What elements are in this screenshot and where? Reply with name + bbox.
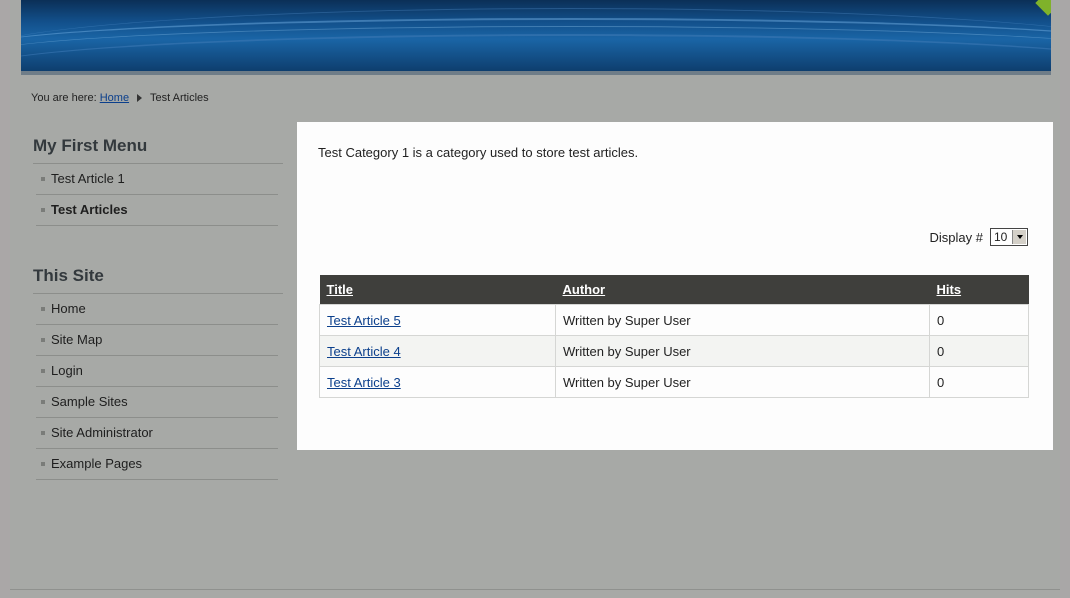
cell-hits: 0	[929, 366, 1029, 398]
menu-item-label: Test Articles	[51, 202, 128, 217]
menu-module-my-first-menu: My First Menu Test Article 1 Test Articl…	[33, 130, 283, 226]
main-content: Test Category 1 is a category used to st…	[297, 122, 1053, 450]
header-banner	[21, 0, 1051, 71]
cell-title: Test Article 4	[319, 335, 556, 367]
page-right-edge	[1060, 0, 1070, 598]
bullet-icon	[41, 338, 45, 342]
cell-hits: 0	[929, 335, 1029, 367]
sort-author-link[interactable]: Author	[563, 282, 606, 297]
menu-item-login[interactable]: Login	[36, 356, 278, 387]
dropdown-arrow-icon[interactable]	[1012, 230, 1026, 244]
table-row: Test Article 3 Written by Super User 0	[319, 366, 1029, 398]
bullet-icon	[41, 369, 45, 373]
bullet-icon	[41, 400, 45, 404]
menu-item-test-article-1[interactable]: Test Article 1	[36, 164, 278, 195]
display-limit-value: 10	[994, 230, 1008, 244]
menu-item-label: Test Article 1	[51, 171, 125, 186]
table-row: Test Article 4 Written by Super User 0	[319, 335, 1029, 367]
menu-item-site-administrator[interactable]: Site Administrator	[36, 418, 278, 449]
menu-list: Home Site Map Login Sample Sites Site Ad…	[36, 294, 278, 480]
page: You are here: Home Test Articles My Firs…	[0, 0, 1070, 598]
sidebar: My First Menu Test Article 1 Test Articl…	[33, 130, 283, 480]
menu-item-sample-sites[interactable]: Sample Sites	[36, 387, 278, 418]
column-header-author[interactable]: Author	[555, 275, 930, 305]
cell-title: Test Article 3	[319, 366, 556, 398]
menu-item-example-pages[interactable]: Example Pages	[36, 449, 278, 480]
menu-item-label: Site Administrator	[51, 425, 153, 440]
display-limit: Display # 10	[930, 228, 1028, 246]
menu-item-label: Login	[51, 363, 83, 378]
column-header-hits[interactable]: Hits	[929, 275, 1029, 305]
cell-author: Written by Super User	[555, 304, 930, 336]
article-link[interactable]: Test Article 4	[327, 344, 401, 359]
menu-item-site-map[interactable]: Site Map	[36, 325, 278, 356]
breadcrumb-home-link[interactable]: Home	[100, 92, 129, 104]
breadcrumb-prefix: You are here:	[31, 92, 97, 104]
table-row: Test Article 5 Written by Super User 0	[319, 304, 1029, 336]
module-title: This Site	[33, 260, 283, 294]
menu-list: Test Article 1 Test Articles	[36, 164, 278, 226]
cell-author: Written by Super User	[555, 366, 930, 398]
menu-item-home[interactable]: Home	[36, 294, 278, 325]
menu-item-label: Example Pages	[51, 456, 143, 471]
cell-hits: 0	[929, 304, 1029, 336]
column-header-title[interactable]: Title	[319, 275, 556, 305]
article-link[interactable]: Test Article 3	[327, 375, 401, 390]
bullet-icon	[41, 431, 45, 435]
cell-title: Test Article 5	[319, 304, 556, 336]
display-label: Display #	[929, 229, 983, 245]
sort-hits-link[interactable]: Hits	[937, 282, 962, 297]
corner-accent-shape	[1035, 0, 1051, 16]
display-limit-select[interactable]: 10	[990, 228, 1028, 246]
article-link[interactable]: Test Article 5	[327, 313, 401, 328]
banner-underline	[21, 71, 1051, 75]
menu-module-this-site: This Site Home Site Map Login Sample Sit…	[33, 260, 283, 480]
breadcrumb: You are here: Home Test Articles	[31, 92, 209, 104]
menu-item-label: Sample Sites	[51, 394, 128, 409]
category-description: Test Category 1 is a category used to st…	[318, 145, 639, 160]
page-left-edge	[0, 0, 10, 598]
breadcrumb-arrow-icon	[137, 94, 143, 103]
footer-divider	[10, 589, 1060, 590]
module-title: My First Menu	[33, 130, 283, 164]
bullet-icon	[41, 307, 45, 311]
bullet-icon	[41, 177, 45, 181]
menu-item-label: Site Map	[51, 332, 103, 347]
menu-item-label: Home	[51, 301, 86, 316]
cell-author: Written by Super User	[555, 335, 930, 367]
sort-title-link[interactable]: Title	[327, 282, 354, 297]
bullet-icon	[41, 462, 45, 466]
table-header-row: Title Author Hits	[319, 275, 1029, 305]
bullet-icon	[41, 208, 45, 212]
breadcrumb-current: Test Articles	[149, 92, 209, 104]
articles-table: Title Author Hits Test Article 5 Written…	[319, 275, 1029, 398]
menu-item-test-articles[interactable]: Test Articles	[36, 195, 278, 226]
